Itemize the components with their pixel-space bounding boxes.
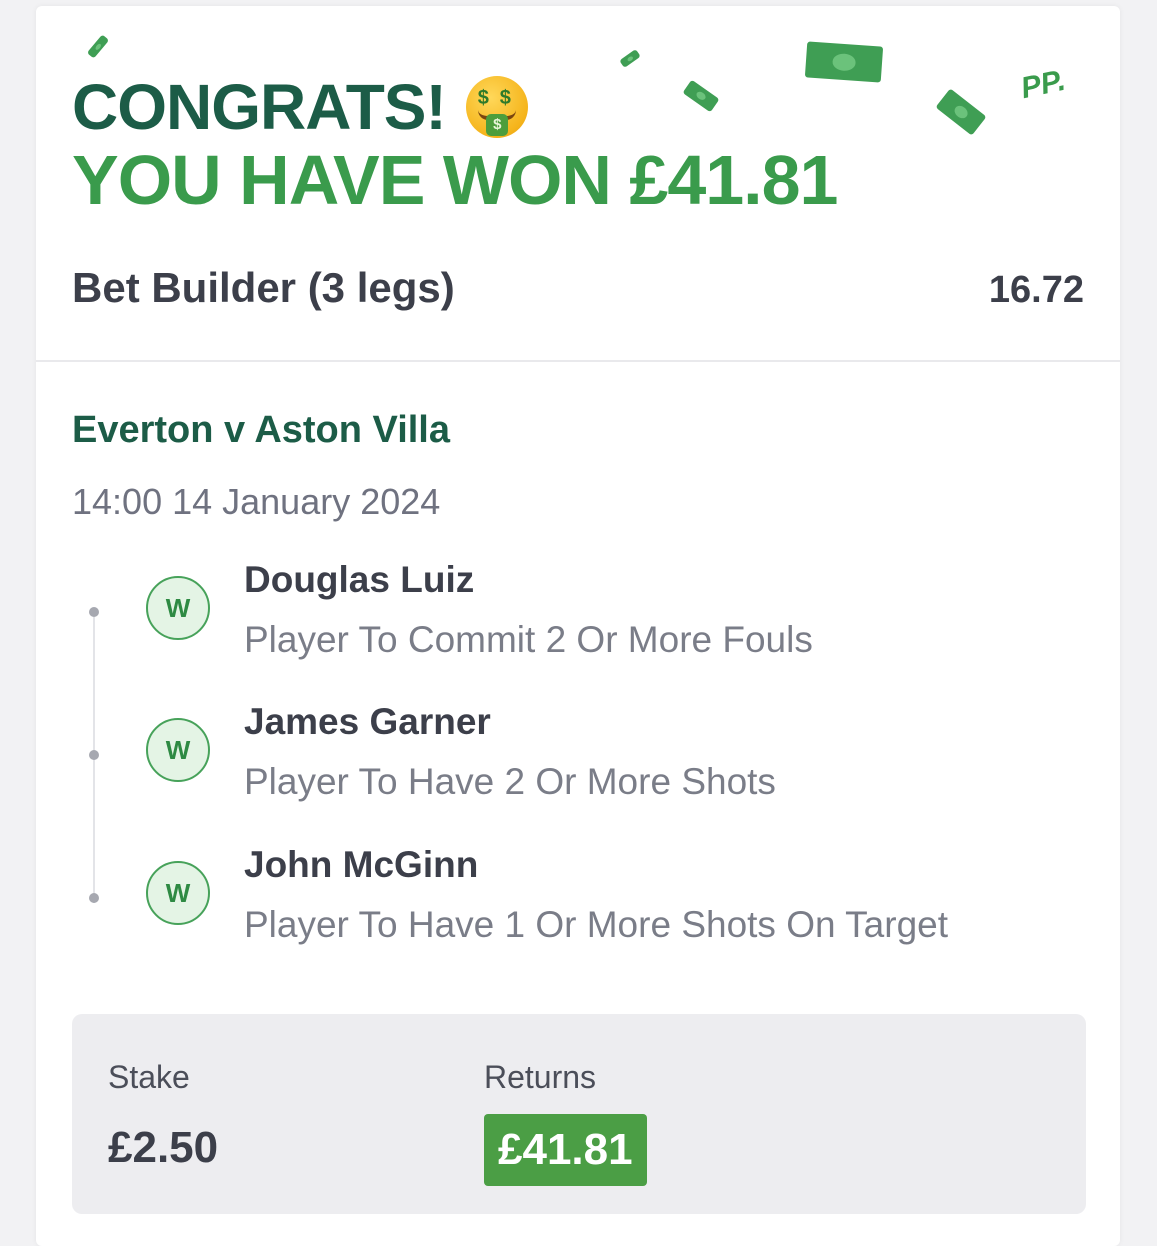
banknote-icon xyxy=(86,34,110,59)
bet-card: PP. CONGRATS! $ $ $ YOU HAVE WON £41.81 B… xyxy=(36,6,1120,1246)
timeline-dot xyxy=(89,893,99,903)
leg-market: Player To Have 2 Or More Shots xyxy=(244,761,776,802)
leg-player-name: Douglas Luiz xyxy=(244,559,475,600)
event-datetime: 14:00 14 January 2024 xyxy=(72,481,441,522)
win-amount-heading: YOU HAVE WON £41.81 xyxy=(72,141,838,219)
win-status-badge: W xyxy=(146,718,210,782)
legs-timeline xyxy=(93,617,95,903)
stake-label: Stake xyxy=(108,1059,190,1095)
bet-odds: 16.72 xyxy=(988,269,1084,311)
returns-label: Returns xyxy=(484,1059,597,1095)
stake-returns-panel: Stake £2.50 Returns £41.81 xyxy=(72,1014,1086,1214)
timeline-dot xyxy=(89,607,99,617)
leg-market: Player To Commit 2 Or More Fouls xyxy=(244,619,813,660)
leg-market: Player To Have 1 Or More Shots On Target xyxy=(244,904,949,945)
stake-value: £2.50 xyxy=(108,1123,219,1172)
congrats-heading: CONGRATS! $ $ $ xyxy=(72,72,528,142)
timeline-dot xyxy=(89,750,99,760)
win-status-badge: W xyxy=(146,576,210,640)
paddy-power-logo: PP. xyxy=(1017,63,1069,106)
win-status-badge: W xyxy=(146,861,210,925)
money-mouth-face-icon: $ $ $ xyxy=(465,76,528,138)
event-title[interactable]: Everton v Aston Villa xyxy=(72,408,450,452)
banknote-icon xyxy=(804,41,884,83)
bet-type-title: Bet Builder (3 legs) xyxy=(72,264,455,311)
returns-value: £41.81 xyxy=(484,1114,647,1186)
banknote-icon xyxy=(682,79,720,113)
banknote-icon xyxy=(935,88,987,136)
banknote-icon xyxy=(619,49,641,68)
leg-player-name: James Garner xyxy=(244,701,491,742)
congrats-text: CONGRATS! xyxy=(72,71,447,143)
win-banner: PP. CONGRATS! $ $ $ YOU HAVE WON £41.81 B… xyxy=(36,6,1120,362)
leg-player-name: John McGinn xyxy=(244,844,479,885)
